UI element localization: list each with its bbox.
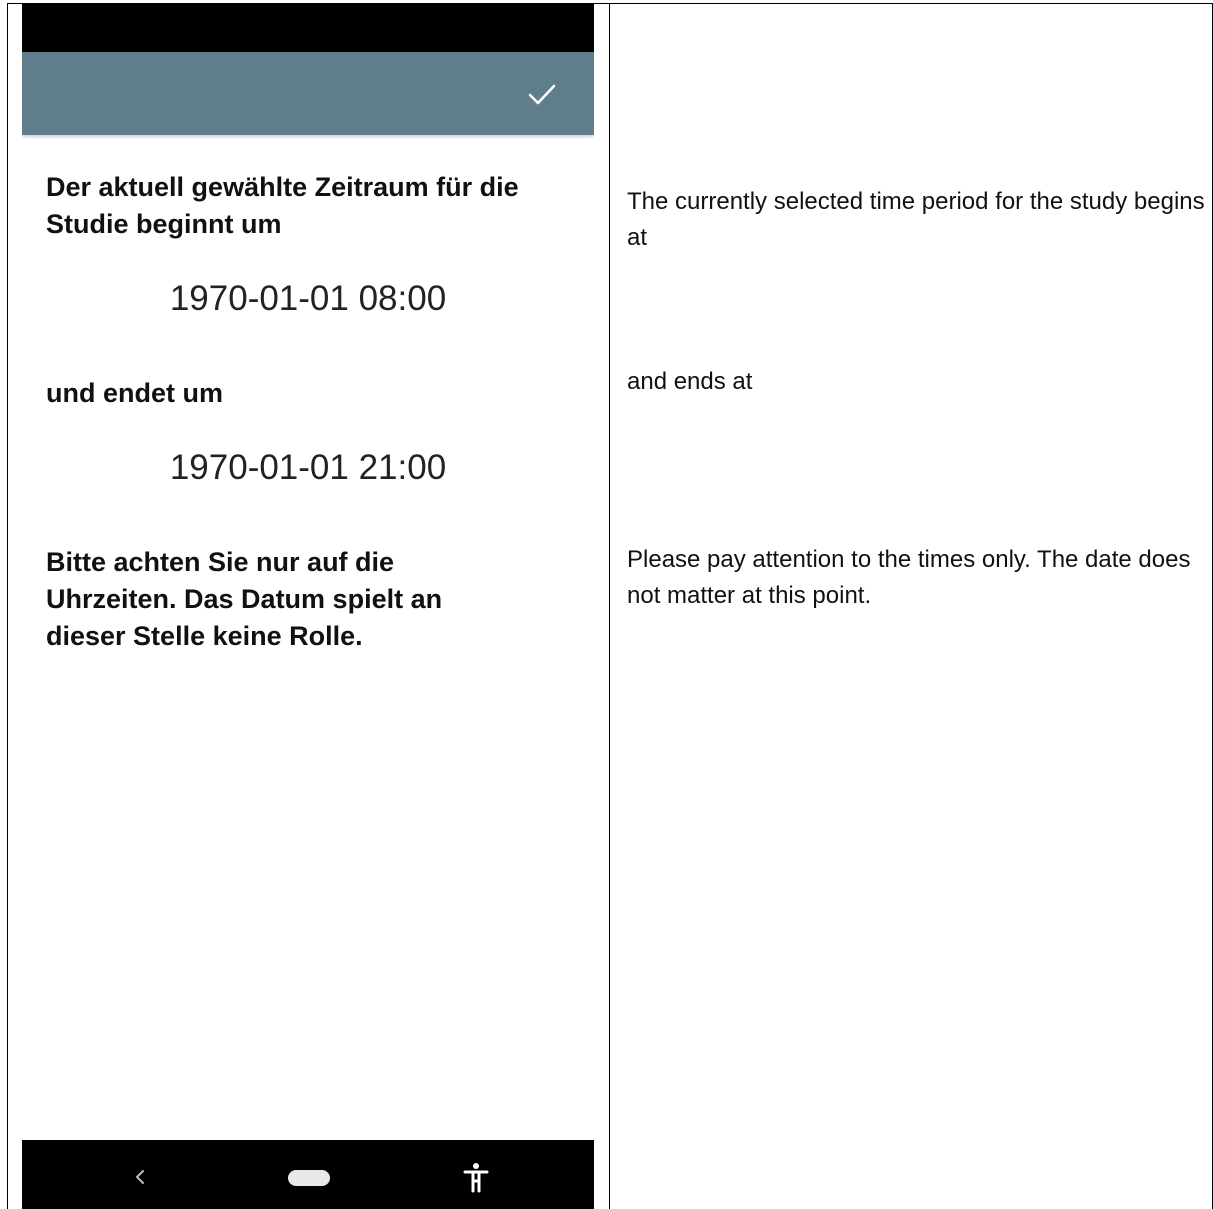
translation-start: The currently selected time period for t… [627,188,1205,251]
translation-notice: Please pay attention to the times only. … [627,546,1191,609]
notice-text: Bitte achten Sie nur auf die Uhrzeiten. … [46,547,443,651]
accessibility-icon [463,1163,489,1193]
home-button[interactable] [288,1170,330,1186]
start-datetime: 1970-01-01 08:00 [169,279,447,318]
status-bar [22,4,594,52]
back-button[interactable] [128,1162,152,1192]
end-datetime: 1970-01-01 21:00 [169,448,447,487]
phone-screenshot: Der aktuell gewählte Zeitraum für die St… [22,4,594,1209]
table-column-divider [609,3,610,1209]
chevron-left-icon [136,1170,144,1184]
app-bar [22,52,594,135]
navigation-bar [22,1140,594,1209]
translation-end: and ends at [627,368,753,395]
confirm-button[interactable] [526,78,558,110]
table-left-border [7,3,8,1209]
accessibility-button[interactable] [462,1160,490,1194]
end-heading: und endet um [46,378,223,408]
check-icon [528,84,556,105]
start-heading: Der aktuell gewählte Zeitraum für die St… [46,172,519,239]
